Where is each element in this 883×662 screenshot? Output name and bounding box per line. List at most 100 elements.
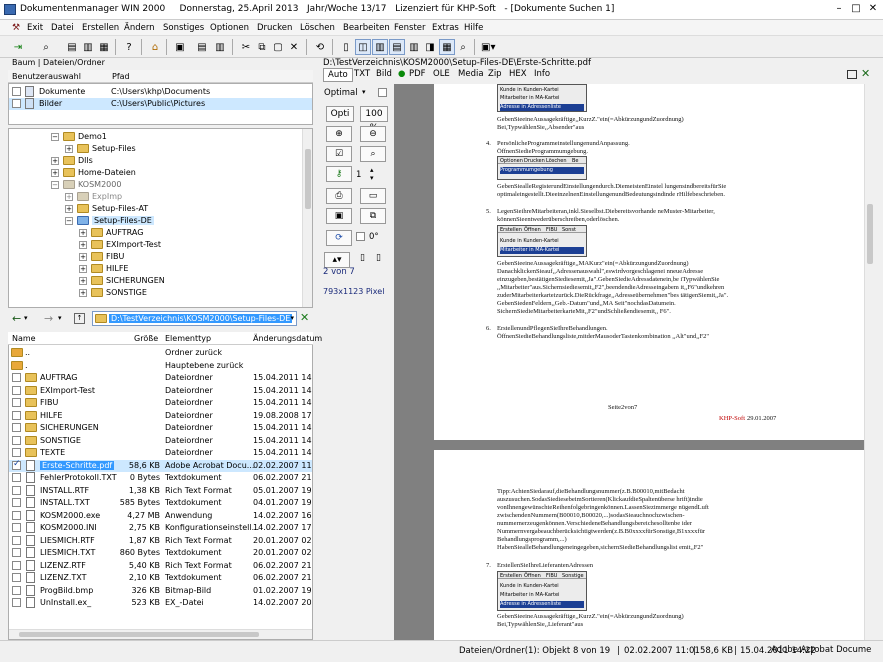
expand-icon[interactable]: +: [51, 157, 59, 165]
file-checkbox[interactable]: [12, 498, 21, 507]
chevron-down-icon[interactable]: ▾: [290, 314, 294, 322]
paste-icon[interactable]: ▢: [270, 39, 286, 55]
file-list-hscrollbar[interactable]: [9, 629, 312, 639]
file-row[interactable]: SICHERUNGEN Dateiordner 15.04.2011 14:2: [9, 422, 312, 434]
menu-erstellen[interactable]: Erstellen: [82, 23, 119, 33]
view-single-icon[interactable]: ▯: [338, 39, 354, 55]
file-checkbox[interactable]: [12, 423, 21, 432]
minimize-button[interactable]: –: [831, 2, 847, 16]
col-name[interactable]: Name: [12, 334, 36, 343]
menu-optionen[interactable]: Optionen: [210, 23, 249, 33]
file-row[interactable]: LIESMICH.TXT 860 Bytes Textdokument 20.01.2…: [9, 547, 312, 559]
favorite-item[interactable]: Bilder C:\Users\Public\Pictures: [9, 98, 312, 110]
page-select-icon[interactable]: ▴▾: [324, 252, 350, 268]
page-search-icon[interactable]: ⌕: [360, 146, 386, 162]
zoom-checkbox[interactable]: [378, 88, 387, 97]
forward-arrow-icon[interactable]: →: [44, 312, 53, 325]
back-arrow-icon[interactable]: ←: [12, 312, 21, 325]
expand-icon[interactable]: +: [79, 229, 87, 237]
tree-item[interactable]: + Setup-Files: [9, 143, 309, 155]
tree-item[interactable]: + Home-Dateien: [9, 167, 309, 179]
maximize-button[interactable]: □: [848, 2, 864, 16]
tab-auto[interactable]: Auto: [323, 68, 353, 82]
tree-item[interactable]: + ExpImp: [9, 191, 309, 203]
view-search-icon[interactable]: ⌕: [455, 39, 471, 55]
col-date[interactable]: Änderungsdatum: [253, 334, 322, 343]
file-row[interactable]: HILFE Dateiordner 19.08.2008 17:2: [9, 410, 312, 422]
collapse-icon[interactable]: −: [65, 217, 73, 225]
file-checkbox[interactable]: [12, 459, 21, 470]
tree-item-selected[interactable]: − Setup-Files-DE: [9, 215, 309, 227]
favorite-checkbox[interactable]: [12, 87, 21, 96]
image-icon[interactable]: ▣: [326, 208, 352, 224]
tree-item[interactable]: + Dlls: [9, 155, 309, 167]
expand-icon[interactable]: +: [79, 289, 87, 297]
tree-scrollbar[interactable]: [302, 129, 312, 307]
expand-icon[interactable]: +: [65, 193, 73, 201]
close-preview-icon[interactable]: ✕: [861, 67, 870, 80]
path-combobox[interactable]: D:\TestVerzeichnis\KOSM2000\Setup-Files-…: [92, 311, 297, 326]
pdf-viewer[interactable]: Kunde in Kunden-Kartei Mitarbeiter in MA…: [394, 84, 864, 640]
tab-bild[interactable]: Bild: [376, 69, 392, 79]
file-checkbox[interactable]: [12, 385, 21, 395]
left-pane-tab[interactable]: Baum | Dateien/Ordner: [12, 58, 105, 67]
view-columns-icon[interactable]: ▥: [406, 39, 422, 55]
view-split-icon[interactable]: ◫: [355, 39, 371, 55]
tree-item[interactable]: + SONSTIGE: [9, 287, 309, 299]
binoculars-icon[interactable]: ⌕: [38, 39, 54, 55]
expand-icon[interactable]: +: [65, 145, 73, 153]
fav-col-path[interactable]: Pfad: [112, 72, 130, 81]
file-row[interactable]: AUFTRAG Dateiordner 15.04.2011 14:2: [9, 372, 312, 384]
file-row[interactable]: FehlerProtokoll.TXT 0 Bytes Textdokument 06…: [9, 472, 312, 484]
file-checkbox[interactable]: [12, 598, 21, 607]
file-checkbox[interactable]: [12, 585, 21, 595]
tree-item[interactable]: + EXImport-Test: [9, 239, 309, 251]
menu-hilfe[interactable]: Hilfe: [464, 23, 483, 33]
page-next-icon[interactable]: ▯: [376, 253, 381, 263]
file-row[interactable]: SONSTIGE Dateiordner 15.04.2011 14:2: [9, 435, 312, 447]
key-icon[interactable]: ⚷: [326, 166, 352, 182]
file-row[interactable]: UnInstall.ex_ 523 KB EX_-Datei 14.02.2007 2…: [9, 597, 312, 609]
col-type[interactable]: Elementtyp: [165, 334, 211, 343]
copy-page-icon[interactable]: ⧉: [360, 208, 386, 224]
card-icon[interactable]: ▤: [64, 39, 80, 55]
file-checkbox[interactable]: [12, 373, 21, 382]
tab-txt[interactable]: TXT: [354, 69, 370, 79]
file-row[interactable]: Erste-Schritte.pdf 58,6 KB Adobe Acrobat D…: [9, 459, 312, 472]
page-prev-icon[interactable]: ▯: [360, 253, 365, 263]
print-icon[interactable]: ⎙: [326, 188, 352, 204]
file-row[interactable]: KOSM2000.INI 2,75 KB Konfigurationseinstel…: [9, 522, 312, 534]
zoom-in-icon[interactable]: ⊕: [326, 126, 352, 142]
tab-ole[interactable]: OLE: [433, 69, 450, 79]
tree-item[interactable]: + FIBU: [9, 251, 309, 263]
copy-icon[interactable]: ⧉: [254, 39, 270, 55]
file-row[interactable]: LIZENZ.TXT 2,10 KB Textdokument 06.02.2007 …: [9, 572, 312, 584]
file-checkbox[interactable]: [12, 398, 21, 407]
exit-icon[interactable]: ⚒: [12, 23, 20, 33]
file-checkbox[interactable]: [12, 510, 21, 520]
file-row[interactable]: FIBU Dateiordner 15.04.2011 14:2: [9, 397, 312, 409]
collapse-icon[interactable]: −: [51, 133, 59, 141]
expand-icon[interactable]: +: [79, 253, 87, 261]
doc-blue-icon[interactable]: ▥: [212, 39, 228, 55]
view-detail-icon[interactable]: ▦: [439, 39, 455, 55]
spin-arrows-icon[interactable]: ▴ ▾: [370, 166, 374, 182]
file-row[interactable]: TEXTE Dateiordner 15.04.2011 14:2: [9, 447, 312, 459]
file-row[interactable]: INSTALL.RTF 1,38 KB Rich Text Format 05.01.…: [9, 484, 312, 497]
file-checkbox[interactable]: [12, 535, 21, 545]
file-checkbox[interactable]: [12, 573, 21, 582]
chevron-down-icon[interactable]: ▾: [362, 88, 366, 96]
back-dropdown-icon[interactable]: ▾: [24, 314, 28, 322]
col-size[interactable]: Größe: [134, 334, 158, 343]
view-preview-icon[interactable]: ◨: [422, 39, 438, 55]
view-tree-icon[interactable]: ▥: [372, 39, 388, 55]
zoom-out-icon[interactable]: ⊖: [360, 126, 386, 142]
tree-item[interactable]: − KOSM2000: [9, 179, 309, 191]
tree-item[interactable]: + AUFTRAG: [9, 227, 309, 239]
file-row[interactable]: .. Ordner zurück: [9, 347, 312, 359]
file-row[interactable]: EXImport-Test Dateiordner 15.04.2011 14:2: [9, 385, 312, 397]
layout-dropdown-icon[interactable]: ▣▾: [480, 39, 496, 55]
expand-icon[interactable]: +: [65, 205, 73, 213]
view-list-icon[interactable]: ▤: [389, 39, 405, 55]
menu-loeschen[interactable]: Löschen: [300, 23, 335, 33]
